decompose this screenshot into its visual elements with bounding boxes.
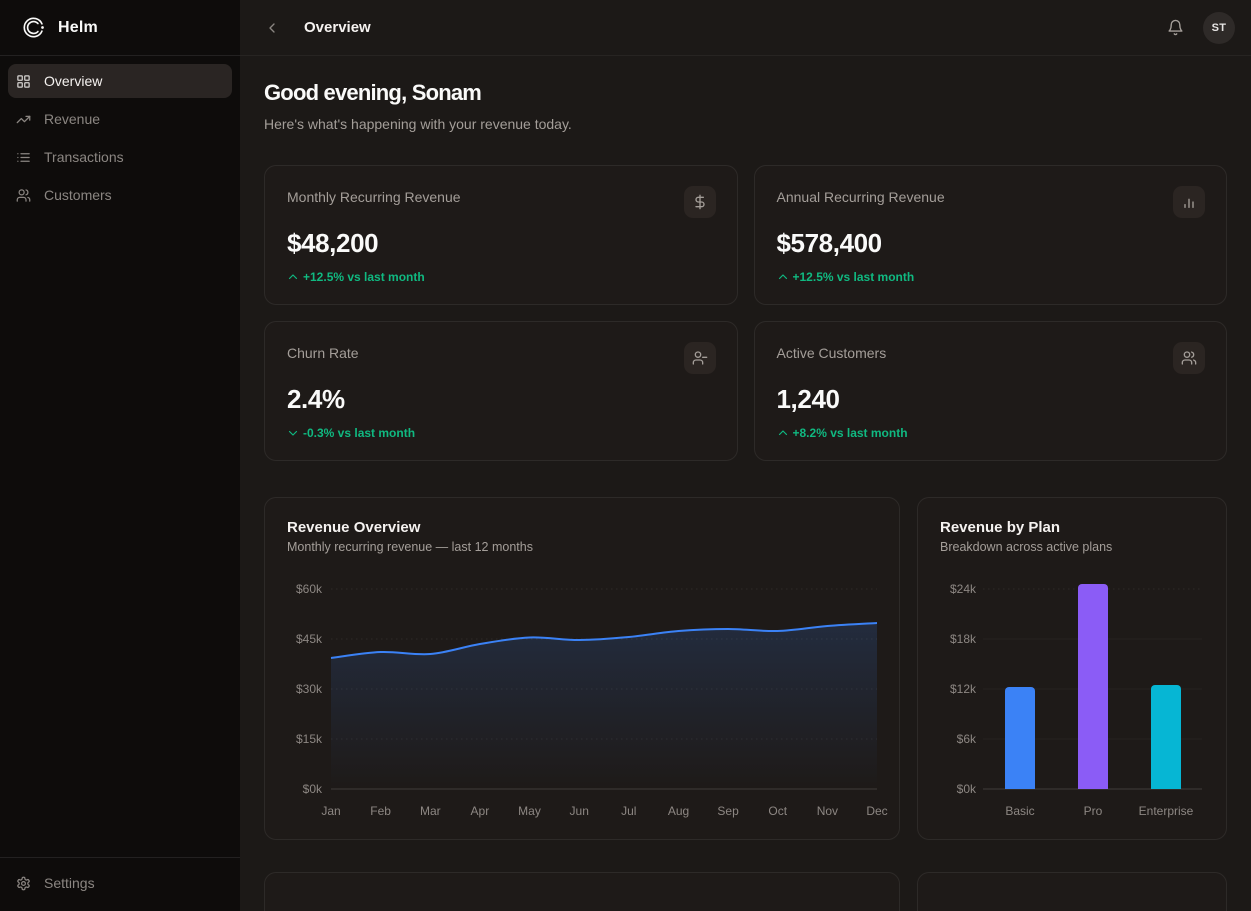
svg-text:Dec: Dec: [866, 804, 887, 818]
svg-text:Enterprise: Enterprise: [1139, 804, 1194, 818]
svg-text:$24k: $24k: [950, 582, 977, 596]
svg-text:Jun: Jun: [570, 804, 589, 818]
svg-text:$0k: $0k: [303, 782, 323, 796]
svg-text:Pro: Pro: [1084, 804, 1103, 818]
svg-text:Feb: Feb: [370, 804, 391, 818]
svg-text:May: May: [518, 804, 541, 818]
svg-text:$12k: $12k: [950, 682, 977, 696]
svg-text:Sep: Sep: [717, 804, 739, 818]
svg-text:Aug: Aug: [668, 804, 689, 818]
svg-text:$45k: $45k: [296, 632, 323, 646]
svg-text:$0k: $0k: [957, 782, 977, 796]
svg-text:$30k: $30k: [296, 682, 323, 696]
svg-text:Jan: Jan: [321, 804, 340, 818]
svg-text:Nov: Nov: [817, 804, 838, 818]
svg-text:$15k: $15k: [296, 732, 323, 746]
svg-text:$60k: $60k: [296, 582, 323, 596]
svg-text:Jul: Jul: [621, 804, 636, 818]
svg-text:Basic: Basic: [1005, 804, 1034, 818]
svg-text:$18k: $18k: [950, 632, 977, 646]
svg-text:$6k: $6k: [957, 732, 977, 746]
svg-text:Apr: Apr: [471, 804, 490, 818]
svg-text:Mar: Mar: [420, 804, 441, 818]
svg-text:Oct: Oct: [768, 804, 787, 818]
